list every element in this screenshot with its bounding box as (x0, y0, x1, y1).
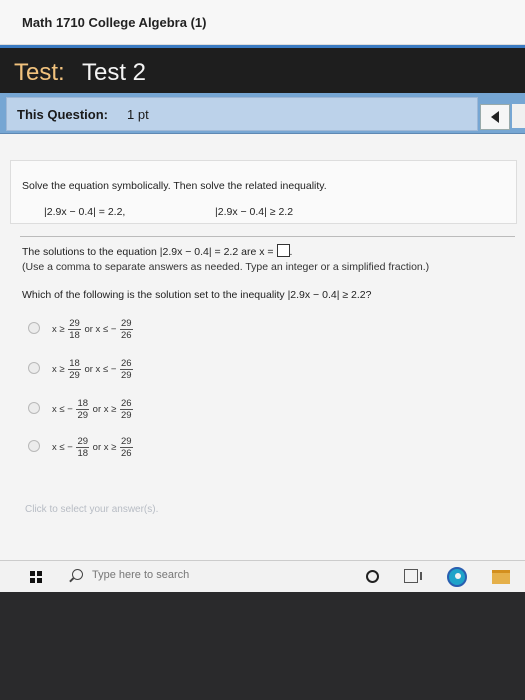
question-info: This Question: 1 pt (6, 97, 478, 131)
test-name: Test 2 (82, 59, 147, 86)
problem-instructions: Solve the equation symbolically. Then so… (22, 180, 327, 192)
windows-start-icon[interactable] (30, 571, 42, 583)
search-icon[interactable] (72, 569, 83, 580)
fraction: 29 26 (120, 318, 133, 341)
option-expression: x ≤ − 29 18 or x ≥ 29 26 (52, 436, 133, 459)
option-expression: x ≥ 29 18 or x ≤ − 29 26 (52, 318, 133, 341)
screen: Math 1710 College Algebra (1) Test: Test… (0, 0, 525, 592)
click-hint: Click to select your answer(s). (25, 504, 159, 515)
inequality-question: Which of the following is the solution s… (22, 289, 372, 301)
fraction: 18 29 (68, 358, 81, 381)
answer-prompt: The solutions to the equation |2.9x − 0.… (22, 246, 274, 258)
radio-button[interactable] (28, 322, 40, 334)
fraction: 18 29 (76, 398, 90, 421)
radio-button[interactable] (28, 402, 40, 414)
option-a[interactable]: x ≥ 29 18 or x ≤ − 29 26 (22, 318, 222, 354)
fraction: 29 26 (120, 436, 133, 459)
fraction: 26 29 (120, 358, 133, 381)
equation: |2.9x − 0.4| = 2.2, (44, 206, 126, 218)
taskbar-search-input[interactable]: Type here to search (92, 569, 189, 581)
fraction: 26 29 (120, 398, 133, 421)
previous-question-button[interactable] (480, 104, 510, 130)
file-explorer-icon[interactable] (492, 570, 510, 584)
option-d[interactable]: x ≤ − 29 18 or x ≥ 29 26 (22, 436, 222, 472)
fraction: 29 18 (68, 318, 81, 341)
radio-button[interactable] (28, 440, 40, 452)
test-header: Test: Test 2 (0, 45, 525, 96)
option-expression: x ≤ − 18 29 or x ≥ 26 29 (52, 398, 133, 421)
option-b[interactable]: x ≥ 18 29 or x ≤ − 26 29 (22, 358, 222, 394)
inequality: |2.9x − 0.4| ≥ 2.2 (215, 206, 294, 218)
answer-line: The solutions to the equation |2.9x − 0.… (22, 244, 293, 258)
next-question-button[interactable] (512, 104, 525, 128)
option-c[interactable]: x ≤ − 18 29 or x ≥ 26 29 (22, 398, 222, 434)
question-label: This Question: (17, 107, 108, 122)
cortana-icon[interactable] (366, 570, 379, 583)
test-label: Test: (14, 59, 65, 86)
divider (20, 236, 515, 237)
question-bar: This Question: 1 pt (0, 93, 525, 134)
answer-hint: (Use a comma to separate answers as need… (22, 261, 430, 273)
edge-browser-icon[interactable] (447, 567, 467, 587)
course-header: Math 1710 College Algebra (1) (0, 0, 525, 45)
course-title: Math 1710 College Algebra (1) (22, 15, 207, 30)
monitor-bezel (0, 592, 525, 700)
question-points: 1 pt (127, 107, 149, 122)
taskbar: Type here to search (0, 560, 525, 592)
task-view-icon[interactable] (404, 569, 422, 583)
answer-input[interactable] (276, 244, 290, 257)
radio-button[interactable] (28, 362, 40, 374)
option-expression: x ≥ 18 29 or x ≤ − 26 29 (52, 358, 133, 381)
chevron-left-icon (491, 111, 499, 123)
fraction: 29 18 (76, 436, 90, 459)
